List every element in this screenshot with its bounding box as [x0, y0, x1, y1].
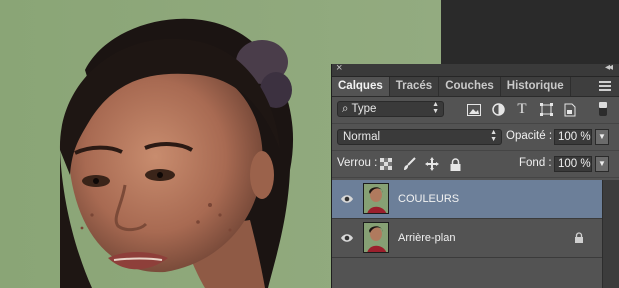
layers-panel: × ◂◂ Calques Tracés Couches Historique ⌕… — [331, 62, 619, 288]
layer-thumbnail — [363, 183, 389, 214]
fill-dropdown-button[interactable]: ▼ — [595, 156, 609, 172]
layer-name[interactable]: COULEURS — [398, 193, 459, 205]
brush-icon[interactable] — [402, 157, 416, 171]
image-filter-icon[interactable] — [466, 102, 482, 117]
lock-label: Verrou : — [337, 157, 378, 169]
layers-scrollbar[interactable] — [602, 180, 619, 288]
move-icon[interactable] — [425, 157, 439, 171]
fill-label: Fond : — [519, 157, 552, 169]
blend-mode-value: Normal — [343, 131, 381, 143]
lock-all-icon[interactable] — [448, 157, 462, 171]
panel-title-bar[interactable]: × ◂◂ — [332, 62, 619, 77]
tab-traces[interactable]: Tracés — [390, 77, 440, 96]
tab-historique[interactable]: Historique — [501, 77, 571, 96]
adjustment-filter-icon[interactable] — [490, 102, 506, 117]
opacity-label: Opacité : — [506, 130, 553, 142]
chevron-updown-icon: ▲ ▼ — [432, 101, 439, 115]
filter-kind-select[interactable]: ⌕ Type ▲ ▼ — [337, 101, 444, 117]
close-icon[interactable]: × — [336, 62, 342, 74]
layer-filter-row: ⌕ Type ▲ ▼ T — [332, 97, 619, 124]
layer-thumbnail — [363, 222, 389, 253]
layer-row-arriere-plan[interactable]: Arrière-plan — [332, 219, 602, 258]
lock-icon — [574, 232, 584, 246]
opacity-input[interactable]: 100 % — [554, 129, 592, 145]
layers-list: COULEURS Arrière-plan — [332, 180, 602, 258]
lock-transparency-icon[interactable] — [379, 157, 393, 171]
text-filter-icon[interactable]: T — [514, 101, 530, 117]
panel-tabs: Calques Tracés Couches Historique — [332, 77, 619, 97]
eye-icon[interactable] — [340, 232, 354, 244]
filter-kind-label: Type — [351, 103, 377, 115]
shape-filter-icon[interactable] — [538, 102, 554, 117]
tab-calques[interactable]: Calques — [332, 77, 390, 96]
search-icon: ⌕ — [342, 103, 349, 115]
fill-input[interactable]: 100 % — [554, 156, 592, 172]
layer-row-couleurs[interactable]: COULEURS — [332, 180, 602, 219]
layer-name[interactable]: Arrière-plan — [398, 232, 455, 244]
opacity-dropdown-button[interactable]: ▼ — [595, 129, 609, 145]
blend-mode-select[interactable]: Normal ▲ ▼ — [337, 129, 502, 145]
chevron-updown-icon: ▲ ▼ — [490, 129, 497, 143]
eye-icon[interactable] — [340, 193, 354, 205]
lock-row: Verrou : Fond : 100 % ▼ — [332, 151, 619, 178]
panel-menu-icon[interactable] — [599, 81, 611, 93]
filter-toggle-switch[interactable] — [599, 102, 607, 116]
blend-mode-row: Normal ▲ ▼ Opacité : 100 % ▼ — [332, 124, 619, 151]
tab-couches[interactable]: Couches — [439, 77, 501, 96]
collapse-icon[interactable]: ◂◂ — [605, 62, 613, 73]
smart-object-filter-icon[interactable] — [562, 102, 578, 117]
